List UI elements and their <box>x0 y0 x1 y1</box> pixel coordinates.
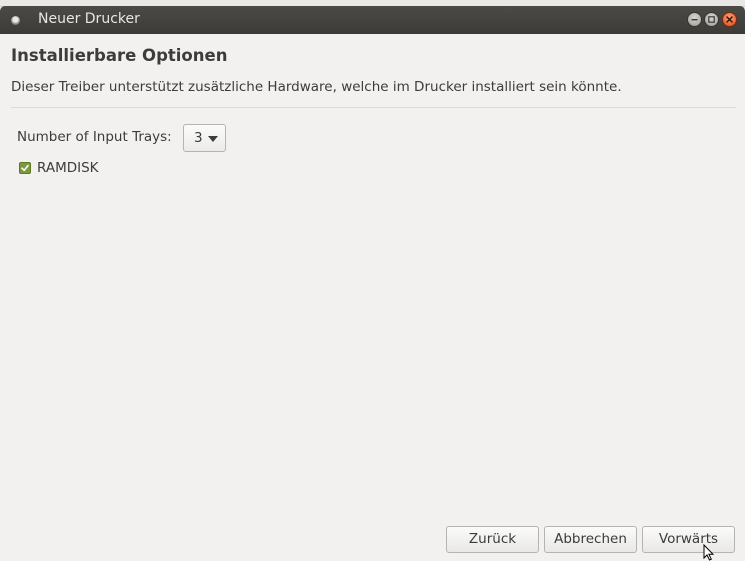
close-button[interactable] <box>722 12 737 27</box>
ramdisk-checkbox[interactable] <box>19 162 31 174</box>
ramdisk-label[interactable]: RAMDISK <box>37 160 99 176</box>
maximize-button[interactable] <box>704 12 719 27</box>
window-menu-icon[interactable] <box>11 16 20 25</box>
close-icon <box>726 16 733 23</box>
page-description: Dieser Treiber unterstützt zusätzliche H… <box>11 79 622 95</box>
title-bar[interactable]: Neuer Drucker <box>0 6 745 34</box>
input-trays-value: 3 <box>194 130 203 146</box>
checkmark-icon <box>21 164 29 172</box>
maximize-icon <box>708 16 715 23</box>
chevron-down-icon <box>208 136 218 142</box>
separator <box>11 107 736 108</box>
window-title: Neuer Drucker <box>38 11 140 27</box>
input-trays-label: Number of Input Trays: <box>17 129 172 145</box>
back-button[interactable]: Zurück <box>446 526 539 553</box>
page-title: Installierbare Optionen <box>11 46 228 65</box>
minimize-icon <box>691 19 698 21</box>
forward-button[interactable]: Vorwärts <box>642 526 735 553</box>
input-trays-combo[interactable]: 3 <box>183 124 226 152</box>
cancel-button[interactable]: Abbrechen <box>544 526 637 553</box>
mouse-cursor-icon <box>703 544 715 561</box>
minimize-button[interactable] <box>687 12 702 27</box>
